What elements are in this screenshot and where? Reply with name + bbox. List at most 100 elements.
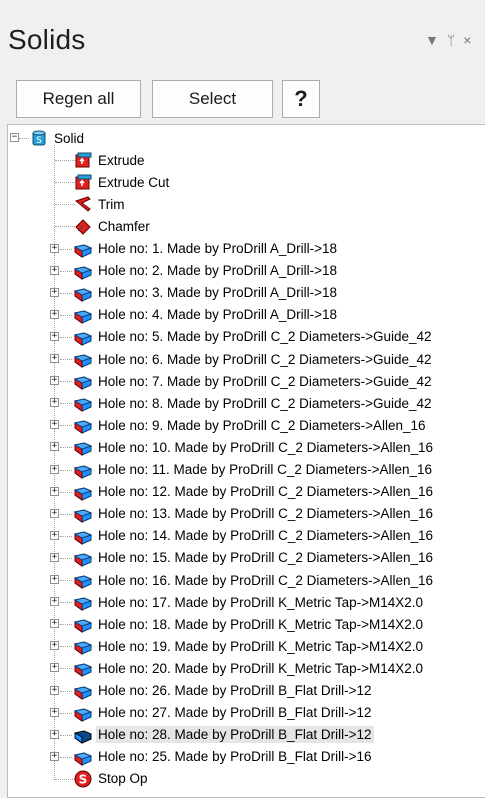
extrude-cut-icon [75, 174, 92, 190]
tree-horizontal-connector [60, 557, 72, 559]
tree-item-label: Hole no: 17. Made by ProDrill K_Metric T… [98, 594, 424, 610]
tree-item-hole[interactable]: Hole no: 3. Made by ProDrill A_Drill->18 [74, 282, 339, 304]
tree-item-hole[interactable]: Hole no: 12. Made by ProDrill C_2 Diamet… [74, 481, 435, 503]
tree-expander[interactable]: + [50, 729, 59, 739]
tree-item-stop-op[interactable]: S Stop Op [74, 768, 150, 790]
tree-expander[interactable]: + [50, 530, 59, 540]
tree-item-hole[interactable]: Hole no: 6. Made by ProDrill C_2 Diamete… [74, 348, 434, 370]
tree-item-label: Trim [98, 196, 125, 212]
tree-expander[interactable]: + [50, 420, 59, 430]
tree-item-label: Hole no: 4. Made by ProDrill A_Drill->18 [98, 307, 337, 323]
tree-item-extrude-cut[interactable]: Extrude Cut [74, 171, 171, 193]
tree-item-label: Hole no: 13. Made by ProDrill C_2 Diamet… [98, 506, 434, 522]
tree-item-hole[interactable]: Hole no: 10. Made by ProDrill C_2 Diamet… [74, 436, 435, 458]
tree-item-hole[interactable]: Hole no: 8. Made by ProDrill C_2 Diamete… [74, 392, 434, 414]
solids-tree[interactable]: − S Solid Extrude Extrude Cut Trim Chamfer + Hol… [7, 124, 485, 798]
tree-item-hole[interactable]: Hole no: 5. Made by ProDrill C_2 Diamete… [74, 326, 434, 348]
tree-horizontal-connector [55, 204, 75, 206]
tree-item-hole[interactable]: Hole no: 9. Made by ProDrill C_2 Diamete… [74, 414, 428, 436]
tree-expander[interactable]: + [50, 575, 59, 584]
tree-expander[interactable]: + [50, 597, 59, 607]
dropdown-icon[interactable]: ▼ [425, 32, 439, 48]
tree-item-hole[interactable]: Hole no: 25. Made by ProDrill B_Flat Dri… [74, 746, 374, 768]
tree-horizontal-connector [60, 469, 72, 471]
tree-item-hole[interactable]: Hole no: 2. Made by ProDrill A_Drill->18 [74, 260, 339, 282]
tree-horizontal-connector [60, 381, 72, 383]
tree-horizontal-connector [60, 756, 72, 758]
tree-expander[interactable]: + [50, 354, 59, 363]
tree-expander[interactable]: + [50, 486, 59, 496]
solid-cylinder-icon: S [32, 130, 46, 146]
tree-expander[interactable]: + [50, 663, 59, 673]
tree-expander[interactable]: + [50, 376, 59, 386]
tree-item-hole[interactable]: Hole no: 1. Made by ProDrill A_Drill->18 [74, 238, 339, 260]
tree-horizontal-connector [60, 336, 72, 338]
tree-expander[interactable]: + [50, 331, 59, 341]
select-button[interactable]: Select [152, 80, 273, 118]
tree-item-hole[interactable]: Hole no: 13. Made by ProDrill C_2 Diamet… [74, 503, 435, 525]
tree-item-hole[interactable]: Hole no: 19. Made by ProDrill K_Metric T… [74, 635, 425, 657]
hole-icon [74, 619, 92, 634]
tree-horizontal-connector [60, 712, 72, 714]
tree-expander[interactable]: + [50, 243, 59, 253]
tree-item-chamfer[interactable]: Chamfer [74, 215, 152, 237]
tree-item-hole[interactable]: Hole no: 20. Made by ProDrill K_Metric T… [74, 657, 425, 679]
tree-expander[interactable]: + [50, 442, 59, 452]
tree-item-label: Hole no: 12. Made by ProDrill C_2 Diamet… [98, 484, 434, 500]
tree-expander[interactable]: + [50, 265, 59, 275]
tree-horizontal-connector [60, 292, 72, 294]
tree-horizontal-connector [60, 646, 72, 648]
extrude-icon [75, 152, 92, 168]
tree-horizontal-connector [60, 403, 72, 405]
tree-item-hole[interactable]: Hole no: 26. Made by ProDrill B_Flat Dri… [74, 680, 374, 702]
svg-text:S: S [36, 136, 42, 146]
tree-horizontal-connector [60, 668, 72, 670]
tree-horizontal-connector [60, 690, 72, 692]
tree-horizontal-connector [55, 226, 75, 228]
tree-item-label: Extrude [98, 152, 145, 168]
tree-expander[interactable]: + [50, 552, 59, 562]
tree-item-hole[interactable]: Hole no: 16. Made by ProDrill C_2 Diamet… [74, 569, 435, 591]
tree-item-hole[interactable]: Hole no: 4. Made by ProDrill A_Drill->18 [74, 304, 339, 326]
tree-expander[interactable]: + [50, 398, 59, 408]
tree-expander[interactable]: + [50, 619, 59, 629]
regen-all-button[interactable]: Regen all [16, 80, 141, 118]
tree-expander[interactable]: + [50, 685, 59, 695]
hole-icon [74, 243, 92, 258]
tree-expander[interactable]: + [50, 464, 59, 474]
tree-item-trim[interactable]: Trim [74, 193, 127, 215]
tree-item-hole[interactable]: Hole no: 17. Made by ProDrill K_Metric T… [74, 591, 425, 613]
tree-item-label: Hole no: 25. Made by ProDrill B_Flat Dri… [98, 749, 372, 765]
tree-horizontal-connector [60, 447, 72, 449]
pin-icon[interactable]: ᛘ [447, 32, 455, 48]
tree-item-hole[interactable]: Hole no: 27. Made by ProDrill B_Flat Dri… [74, 702, 374, 724]
hole-icon [74, 685, 92, 700]
tree-item-label: Chamfer [98, 218, 150, 234]
tree-expander[interactable]: + [50, 287, 59, 297]
tree-item-label: Hole no: 11. Made by ProDrill C_2 Diamet… [98, 462, 433, 477]
help-button[interactable]: ? [282, 80, 320, 118]
tree-horizontal-connector [60, 248, 72, 250]
tree-horizontal-connector [60, 270, 72, 272]
tree-expander[interactable]: + [50, 707, 59, 717]
tree-item-hole[interactable]: Hole no: 18. Made by ProDrill K_Metric T… [74, 613, 425, 635]
tree-item-hole[interactable]: Hole no: 15. Made by ProDrill C_2 Diamet… [74, 547, 435, 569]
tree-item-hole[interactable]: Hole no: 28. Made by ProDrill B_Flat Dri… [74, 724, 374, 746]
tree-item-hole[interactable]: Hole no: 7. Made by ProDrill C_2 Diamete… [74, 370, 434, 392]
hole-icon [74, 641, 92, 656]
tree-horizontal-connector [60, 624, 72, 626]
tree-expander[interactable]: + [50, 309, 59, 319]
tree-expander[interactable]: + [50, 751, 59, 761]
tree-expander[interactable]: − [10, 133, 19, 142]
close-icon[interactable]: × [463, 32, 471, 48]
tree-item-hole[interactable]: Hole no: 11. Made by ProDrill C_2 Diamet… [74, 459, 434, 481]
tree-item-hole[interactable]: Hole no: 14. Made by ProDrill C_2 Diamet… [74, 525, 435, 547]
tree-expander[interactable]: + [50, 641, 59, 651]
tree-item-solid[interactable]: S Solid [30, 127, 86, 149]
tree-item-extrude[interactable]: Extrude [74, 149, 147, 171]
panel-title: Solids [8, 24, 86, 55]
hole-icon [74, 332, 92, 346]
tree-expander[interactable]: + [50, 508, 59, 518]
tree-item-label: Hole no: 6. Made by ProDrill C_2 Diamete… [98, 351, 432, 367]
tree-item-label: Hole no: 9. Made by ProDrill C_2 Diamete… [98, 417, 426, 433]
